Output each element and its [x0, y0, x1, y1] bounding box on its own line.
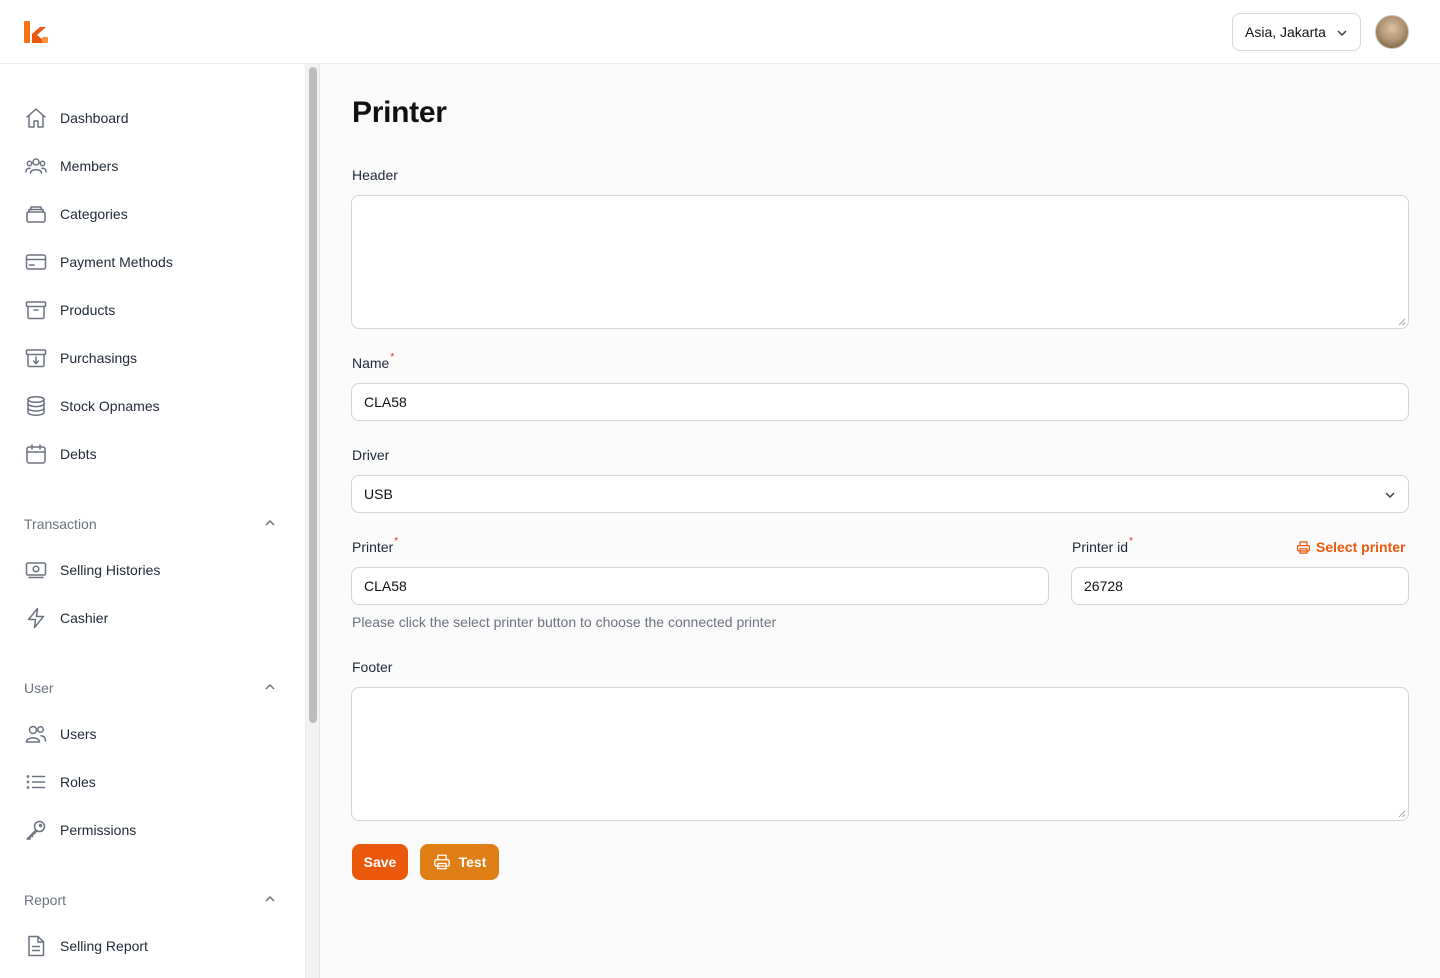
list-bullet-icon — [24, 770, 48, 794]
header-textarea[interactable] — [351, 195, 1409, 329]
required-marker: * — [1129, 536, 1133, 547]
sidebar-item-selling-histories[interactable]: Selling Histories — [24, 558, 160, 582]
sidebar-item-cashier[interactable]: Cashier — [24, 606, 108, 630]
footer-label: Footer — [352, 659, 393, 675]
save-button[interactable]: Save — [352, 844, 408, 880]
sidebar-item-payment-methods[interactable]: Payment Methods — [24, 250, 173, 274]
sidebar-item-label: Roles — [60, 774, 96, 790]
bolt-icon — [24, 606, 48, 630]
printer-hint: Please click the select printer button t… — [352, 614, 777, 630]
sidebar-item-label: Selling Histories — [60, 562, 161, 578]
sidebar-item-label: Cashier — [60, 610, 109, 626]
sidebar-item-members[interactable]: Members — [24, 154, 118, 178]
top-bar: Asia, Jakarta — [0, 0, 1440, 64]
printer-id-value: 26728 — [1084, 578, 1123, 594]
chevron-up-icon[interactable] — [263, 516, 277, 530]
app-logo[interactable] — [22, 19, 50, 45]
sidebar-item-label: Members — [60, 158, 119, 174]
calendar-icon — [24, 442, 48, 466]
sidebar-item-label: Payment Methods — [60, 254, 173, 270]
resize-handle-icon[interactable] — [1398, 810, 1406, 818]
database-icon — [24, 394, 48, 418]
name-value: CLA58 — [364, 394, 407, 410]
sidebar-item-categories[interactable]: Categories — [24, 202, 128, 226]
sidebar-item-label: Selling Report — [60, 938, 148, 954]
name-label-text: Name — [352, 355, 390, 371]
key-icon — [24, 818, 48, 842]
document-text-icon — [24, 934, 48, 958]
chevron-up-icon[interactable] — [263, 892, 277, 906]
sidebar-item-label: Products — [60, 302, 116, 318]
printer-id-label: Printer id* — [1072, 536, 1133, 555]
chevron-down-icon — [1385, 492, 1395, 499]
select-printer-label: Select printer — [1316, 539, 1406, 555]
printer-id-label-text: Printer id — [1072, 539, 1129, 555]
driver-label: Driver — [352, 447, 390, 463]
sidebar-item-label: Permissions — [60, 822, 137, 838]
timezone-select[interactable]: Asia, Jakarta — [1232, 13, 1361, 51]
save-button-label: Save — [363, 854, 397, 870]
sidebar-item-label: Purchasings — [60, 350, 138, 366]
sidebar-group-report: Report — [24, 892, 67, 908]
home-icon — [24, 106, 48, 130]
printer-input[interactable]: CLA58 — [351, 567, 1049, 605]
timezone-value: Asia, Jakarta — [1245, 24, 1326, 40]
archive-box-icon — [24, 298, 48, 322]
users-icon — [24, 722, 48, 746]
sidebar-scrollbar-thumb[interactable] — [309, 67, 317, 723]
printer-icon — [433, 854, 450, 870]
credit-card-icon — [24, 250, 48, 274]
printer-value: CLA58 — [364, 578, 407, 594]
test-button-label: Test — [458, 854, 487, 870]
printer-label-text: Printer — [352, 539, 394, 555]
user-avatar[interactable] — [1375, 15, 1409, 49]
page-title: Printer — [352, 96, 447, 129]
sidebar-item-permissions[interactable]: Permissions — [24, 818, 136, 842]
header-label: Header — [352, 167, 398, 183]
sidebar-item-debts[interactable]: Debts — [24, 442, 97, 466]
sidebar-item-label: Stock Opnames — [60, 398, 160, 414]
archive-box-arrow-down-icon — [24, 346, 48, 370]
driver-value: USB — [364, 486, 393, 502]
resize-handle-icon[interactable] — [1398, 318, 1406, 326]
footer-textarea[interactable] — [351, 687, 1409, 821]
chevron-up-icon[interactable] — [263, 680, 277, 694]
name-label: Name* — [352, 352, 395, 371]
select-printer-button[interactable]: Select printer — [1296, 539, 1405, 555]
test-print-button[interactable]: Test — [420, 844, 499, 880]
sidebar-group-transaction: Transaction — [24, 516, 97, 532]
sidebar-item-label: Users — [60, 726, 97, 742]
required-marker: * — [394, 536, 399, 547]
sidebar-item-selling-report[interactable]: Selling Report — [24, 934, 148, 958]
sidebar-item-users[interactable]: Users — [24, 722, 97, 746]
sidebar-item-purchasings[interactable]: Purchasings — [24, 346, 137, 370]
sidebar-item-dashboard[interactable]: Dashboard — [24, 106, 129, 130]
sidebar-item-label: Debts — [60, 446, 97, 462]
sidebar-group-user: User — [24, 680, 54, 696]
printer-label: Printer* — [352, 536, 399, 555]
name-input[interactable]: CLA58 — [351, 383, 1409, 421]
sidebar-item-roles[interactable]: Roles — [24, 770, 96, 794]
sidebar-item-label: Dashboard — [60, 110, 129, 126]
printer-id-input[interactable]: 26728 — [1071, 567, 1409, 605]
banknotes-icon — [24, 558, 48, 582]
sidebar-item-stock-opnames[interactable]: Stock Opnames — [24, 394, 160, 418]
required-marker: * — [390, 352, 395, 363]
printer-icon — [1296, 540, 1311, 554]
sidebar-item-label: Categories — [60, 206, 128, 222]
stack-icon — [24, 202, 48, 226]
driver-select[interactable]: USB — [351, 475, 1409, 513]
chevron-down-icon — [1337, 30, 1347, 37]
user-group-icon — [24, 154, 48, 178]
sidebar-item-products[interactable]: Products — [24, 298, 115, 322]
